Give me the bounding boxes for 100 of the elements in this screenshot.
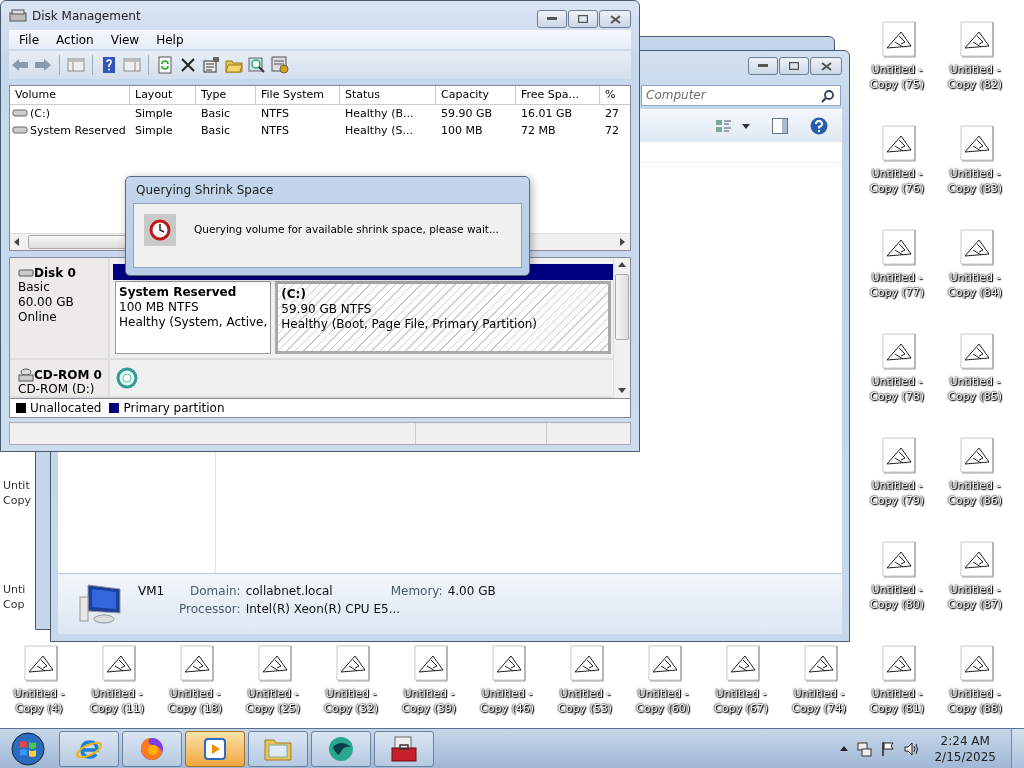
file-label: Untitled - Copy (53) <box>558 686 612 716</box>
disk-name: CD-ROM 0 <box>34 368 102 383</box>
window-title: Disk Management <box>32 8 141 23</box>
table-cell-text: 59.90 GB <box>440 105 494 122</box>
file-label: Untitled - Copy (81) <box>870 686 924 716</box>
file-label: Untitled - Copy (87) <box>948 582 1002 612</box>
down-arrow-icon[interactable] <box>618 388 626 395</box>
left-arrow-icon[interactable] <box>14 238 20 247</box>
file-label: Untitled - Copy (46) <box>480 686 534 716</box>
file-label: Untitled - Copy (79) <box>870 478 924 508</box>
menu-item[interactable]: View <box>100 30 147 50</box>
preview-pane-icon[interactable] <box>772 118 788 134</box>
menu-item[interactable]: Help <box>146 30 191 50</box>
table-cell-text: (C:) <box>30 105 50 122</box>
partition-block[interactable]: System Reserved 100 MB NTFS Healthy (System, Active, <box>115 281 272 355</box>
cd-icon <box>116 367 138 390</box>
file-label: Untitled - Copy (32) <box>324 686 378 716</box>
file-label: Untitled - Copy (84) <box>948 270 1002 300</box>
taskbar-button[interactable] <box>122 730 182 767</box>
table-cell-text: Healthy (S... <box>344 122 414 139</box>
search-icon <box>821 88 835 103</box>
taskbar-button[interactable] <box>311 730 371 767</box>
properties-icon[interactable] <box>202 56 220 74</box>
table-cell-text: 27 <box>604 105 620 122</box>
settings-icon[interactable] <box>271 56 289 74</box>
file-label: Untit Copy <box>3 478 31 508</box>
speaker-icon[interactable] <box>904 740 921 757</box>
menu-item[interactable]: File <box>9 30 47 50</box>
disk-info: CD-ROM (D:) <box>18 382 96 398</box>
field-label: Domain: <box>189 584 241 598</box>
vertical-scrollbar[interactable] <box>613 258 630 399</box>
file-label: Untitled - Copy (39) <box>402 686 456 716</box>
file-label: Untitled - Copy (4) <box>13 686 65 716</box>
help-icon[interactable] <box>810 117 828 135</box>
show-hidden-icons-caret-icon[interactable] <box>840 746 849 751</box>
legend-label: Unallocated <box>30 400 102 415</box>
drive-icon <box>12 125 28 136</box>
minimize-button[interactable] <box>748 57 778 75</box>
close-button[interactable] <box>810 57 842 75</box>
file-label: Untitled - Copy (25) <box>246 686 300 716</box>
file-label: Untitled - Copy (85) <box>948 374 1002 404</box>
legend-label: Primary partition <box>123 400 225 415</box>
cd-drive-icon <box>18 368 34 383</box>
refresh-icon[interactable] <box>156 56 174 74</box>
file-label: Untitled - Copy (76) <box>870 166 924 196</box>
up-arrow-icon[interactable] <box>618 262 626 269</box>
dialog-title: Querying Shrink Space <box>135 182 275 199</box>
taskbar-button[interactable] <box>374 730 434 767</box>
maximize-icon <box>578 15 588 23</box>
file-label: Untitled - Copy (82) <box>948 62 1002 92</box>
network-icon[interactable] <box>856 740 873 757</box>
file-label: Untitled - Copy (18) <box>168 686 222 716</box>
dialog-message: Querying volume for available shrink space, please wait... <box>194 223 499 235</box>
start-orb-icon <box>10 730 46 767</box>
partition-block[interactable]: (C:) 59.90 GB NTFS Healthy (Boot, Page File, Primary Partition) <box>275 281 611 355</box>
file-label: Untitled - Copy (60) <box>636 686 690 716</box>
maximize-button[interactable] <box>779 57 809 75</box>
view-options-button[interactable] <box>716 119 750 133</box>
magnifier-icon[interactable] <box>248 56 266 74</box>
show-desktop-button[interactable] <box>1011 728 1024 768</box>
minimize-icon <box>547 17 557 21</box>
minimize-button[interactable] <box>537 10 567 28</box>
table-cell-text: 72 <box>604 122 620 139</box>
close-icon <box>609 14 621 24</box>
table-cell-text: Basic <box>200 105 232 122</box>
drive-icon <box>12 108 28 119</box>
search-field[interactable]: Computer <box>641 84 841 106</box>
computer-name: VM1 <box>138 584 166 598</box>
file-label: Untitled - Copy (11) <box>90 686 144 716</box>
clock[interactable]: 2:24 AM 2/15/2025 <box>928 732 1002 765</box>
disk-info: 60.00 GB <box>18 295 75 311</box>
file-label: Untitled - Copy (75) <box>870 62 924 92</box>
maximize-icon <box>789 62 799 70</box>
help-icon[interactable] <box>100 56 118 74</box>
delete-icon[interactable] <box>179 56 197 74</box>
menu-item[interactable]: Action <box>46 30 101 50</box>
table-cell-text: Simple <box>134 105 174 122</box>
file-label: Untitled - Copy (78) <box>870 374 924 404</box>
disk-icon <box>9 8 27 23</box>
table-cell-text: Simple <box>134 122 174 139</box>
close-button[interactable] <box>599 10 631 28</box>
disk-info: Basic <box>18 280 51 296</box>
table-cell-text: Healthy (B... <box>344 105 415 122</box>
computer-icon <box>78 583 124 625</box>
field-value: collabnet.local <box>245 584 334 598</box>
taskbar-button[interactable] <box>185 730 245 767</box>
table-cell-text: 72 MB <box>520 122 557 139</box>
table-cell-text: Basic <box>200 122 232 139</box>
flag-icon[interactable] <box>880 740 897 757</box>
maximize-button[interactable] <box>568 10 598 28</box>
close-icon <box>820 61 832 71</box>
play-icon <box>202 735 228 762</box>
field-label: Memory: <box>390 584 443 598</box>
scrollbar-thumb[interactable] <box>615 274 629 341</box>
file-label: Untitled - Copy (77) <box>870 270 924 300</box>
list-view-icon <box>716 119 732 133</box>
table-cell-text: 16.01 GB <box>520 105 574 122</box>
right-arrow-icon[interactable] <box>620 238 626 247</box>
table-cell-text: NTFS <box>260 105 291 122</box>
table-cell-text: 100 MB <box>440 122 484 139</box>
